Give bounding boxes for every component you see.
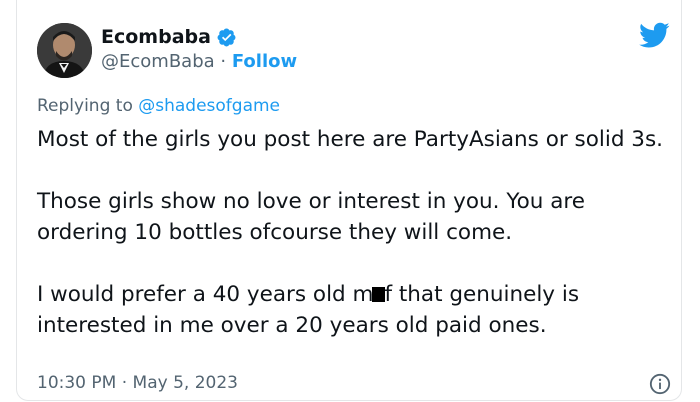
- tweet-paragraph-1: Most of the girls you post here are Part…: [37, 127, 664, 152]
- tweet-paragraph-3: I would prefer a 40 years old mf that ge…: [37, 279, 677, 341]
- tweet-paragraph-2: Those girls show no love or interest in …: [37, 189, 585, 245]
- tweet-body: Most of the girls you post here are Part…: [37, 124, 677, 372]
- tweet-card: Ecombaba @EcomBaba · Follow Replying to …: [16, 0, 682, 401]
- replying-prefix: Replying to: [37, 96, 133, 116]
- verified-badge-icon: [217, 28, 236, 46]
- twitter-bird-icon[interactable]: [639, 22, 670, 49]
- separator-dot: ·: [220, 51, 227, 72]
- author-handle[interactable]: @EcomBaba: [101, 51, 215, 72]
- handle-row: @EcomBaba · Follow: [101, 51, 297, 72]
- follow-button[interactable]: Follow: [232, 51, 297, 72]
- author-display-name[interactable]: Ecombaba: [101, 26, 211, 48]
- replying-to: Replying to @shadesofgame: [37, 96, 280, 116]
- author-name[interactable]: Ecombaba: [101, 26, 237, 48]
- tweet-paragraph-3-start: I would prefer a 40 years old m: [37, 282, 374, 307]
- tweet-timestamp[interactable]: 10:30 PM · May 5, 2023: [37, 373, 238, 393]
- reply-target-link[interactable]: @shadesofgame: [138, 96, 280, 116]
- info-icon[interactable]: [649, 373, 671, 395]
- avatar[interactable]: [37, 23, 92, 78]
